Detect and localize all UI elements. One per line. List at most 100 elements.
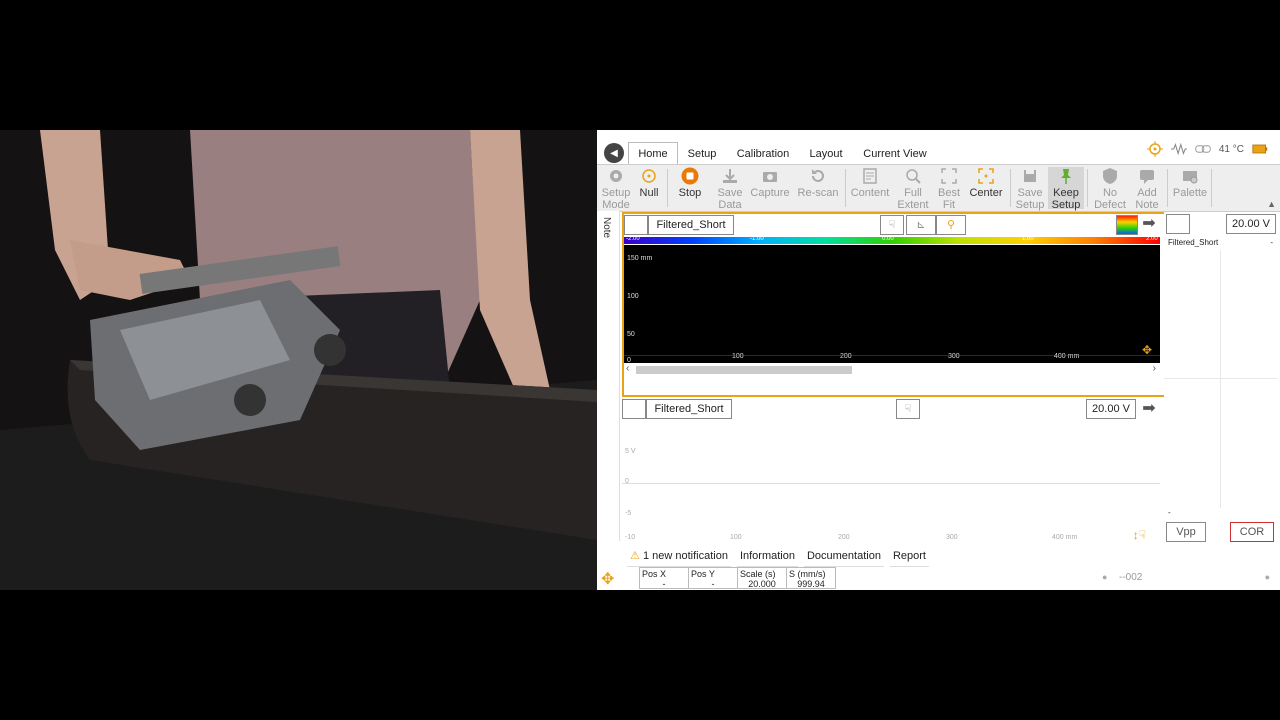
y-tick: 5 V	[625, 448, 636, 455]
center-icon	[978, 168, 994, 184]
cscan-plot-area[interactable]: 150 mm 100 50 0 100 200 300 400 mm ✥	[624, 245, 1160, 364]
tab-setup[interactable]: Setup	[682, 144, 722, 164]
cscan-view[interactable]: Filtered_Short ☟ ⊾ ⚲ ➡ -2.00 -1.00 0.00 …	[622, 212, 1166, 397]
vpp-button[interactable]: Vpp	[1166, 522, 1206, 542]
record-indicator-icon: ●	[1102, 572, 1108, 582]
zoom-tool-button[interactable]: ⚲	[936, 215, 966, 235]
position-bar: ✥ Pos X - Pos Y - Scale (s) 20.000 S (mm…	[597, 567, 1280, 590]
tab-layout[interactable]: Layout	[805, 144, 847, 164]
content-icon	[863, 168, 877, 184]
setup-mode-label: Setup Mode	[601, 187, 631, 211]
ascan-pan-button[interactable]: ☟	[896, 399, 920, 419]
ascan-range-select[interactable]: 20.00 V	[1086, 399, 1136, 419]
keep-setup-button[interactable]: Keep Setup	[1048, 167, 1084, 211]
scroll-thumb[interactable]	[636, 366, 852, 374]
cscan-next-arrow[interactable]: ➡	[1138, 215, 1160, 233]
documentation-button[interactable]: Documentation	[803, 548, 884, 569]
tab-home[interactable]: Home	[628, 142, 678, 165]
content-button[interactable]: Content	[849, 167, 891, 209]
cursor-move-icon[interactable]: ✥	[1142, 343, 1152, 357]
battery-icon[interactable]	[1252, 142, 1268, 156]
y-tick: 150 mm	[627, 255, 653, 262]
ascan-next-arrow[interactable]: ➡	[1138, 398, 1160, 418]
status-indicator-icon: ●	[1264, 572, 1270, 582]
scale-field: Scale (s) 20.000	[737, 567, 787, 589]
palette-button[interactable]: Palette	[1171, 167, 1209, 209]
x-tick: 100	[730, 534, 742, 541]
hand-icon: ☟	[888, 219, 896, 231]
crosshair-icon[interactable]	[1146, 141, 1163, 157]
ascan-plot-area[interactable]: 5 V 0 -5 -10 100 200 300 400 mm ↕☟	[622, 422, 1160, 542]
null-button[interactable]: Null	[635, 167, 663, 209]
note-tab-label: Note	[601, 217, 612, 239]
file-name: --002	[1119, 572, 1143, 583]
full-extent-button[interactable]: Full Extent	[896, 167, 930, 211]
stop-button[interactable]: Stop	[673, 167, 707, 209]
encoder-move-icon[interactable]: ✥	[601, 569, 614, 589]
y-tick: 50	[627, 331, 635, 338]
arrow-right-icon: ➡	[1142, 400, 1156, 417]
report-button[interactable]: Report	[889, 548, 929, 569]
status-area: 41 °C	[1146, 141, 1268, 157]
side-range-select[interactable]: 20.00 V	[1226, 214, 1276, 234]
ascan-view-select[interactable]	[622, 399, 646, 419]
y-tick: 100	[627, 293, 639, 300]
no-defect-button[interactable]: No Defect	[1091, 167, 1129, 211]
y-tick: -10	[625, 534, 636, 541]
save-setup-button[interactable]: Save Setup	[1014, 167, 1046, 211]
information-button[interactable]: Information	[736, 548, 798, 569]
ascan-view[interactable]: Filtered_Short ☟ 20.00 V ➡ 5 V 0 -5 -10 …	[622, 398, 1162, 543]
collapse-ribbon-icon[interactable]: ▲	[1267, 199, 1276, 209]
signal-icon[interactable]	[1170, 142, 1187, 156]
tab-calibration[interactable]: Calibration	[733, 144, 793, 164]
best-fit-label: Best Fit	[937, 187, 960, 211]
ruler-tool-button[interactable]: ⊾	[906, 215, 936, 235]
ascan-filter-select[interactable]: Filtered_Short	[646, 399, 732, 419]
link-icon[interactable]	[1195, 142, 1211, 156]
colorbar-tick: -2.00	[626, 236, 640, 242]
ribbon-toolbar: Setup Mode Null Stop Save Data Capture R…	[597, 164, 1280, 212]
content-label: Content	[850, 187, 890, 199]
side-dash-2: -	[1168, 508, 1171, 517]
palette-swatch[interactable]	[1116, 215, 1138, 235]
side-filter-label: Filtered_Short	[1168, 238, 1219, 247]
cor-button[interactable]: COR	[1230, 522, 1274, 542]
side-view-select[interactable]	[1166, 214, 1190, 234]
stop-label: Stop	[678, 187, 702, 199]
colorbar-tick: 1.00	[1022, 236, 1034, 242]
pos-x-field: Pos X -	[639, 567, 689, 589]
note-panel-tab[interactable]: Note	[597, 211, 620, 541]
cscan-header: Filtered_Short ☟ ⊾ ⚲ ➡	[624, 214, 1164, 236]
zero-line	[622, 483, 1160, 484]
center-button[interactable]: Center	[967, 167, 1005, 209]
ascan-cursor-icon[interactable]: ↕☟	[1133, 528, 1146, 542]
scroll-right-icon[interactable]: ›	[1153, 363, 1156, 374]
save-data-button[interactable]: Save Data	[713, 167, 747, 211]
side-horizontal-gridline	[1164, 378, 1277, 379]
cscan-horizontal-scrollbar[interactable]: ‹ ›	[624, 363, 1160, 377]
back-button[interactable]: ◀	[604, 143, 624, 163]
colorbar-tick: -1.00	[750, 236, 764, 242]
x-tick: 200	[838, 534, 850, 541]
rescan-button[interactable]: Re-scan	[796, 167, 840, 209]
notification-button[interactable]: ⚠ 1 new notification	[627, 548, 731, 569]
setup-mode-button[interactable]: Setup Mode	[599, 167, 633, 211]
rescan-label: Re-scan	[797, 187, 839, 199]
tab-current-view[interactable]: Current View	[861, 144, 929, 164]
add-note-button[interactable]: Add Note	[1131, 167, 1163, 211]
pin-icon	[1061, 169, 1071, 184]
scroll-left-icon[interactable]: ‹	[626, 363, 629, 374]
best-fit-button[interactable]: Best Fit	[933, 167, 965, 211]
cscan-view-select[interactable]	[624, 215, 648, 235]
scale-label: Scale (s)	[740, 569, 776, 579]
capture-button[interactable]: Capture	[749, 167, 791, 209]
pos-y-label: Pos Y	[691, 569, 715, 579]
pan-tool-button[interactable]: ☟	[880, 215, 904, 235]
capture-label: Capture	[750, 187, 790, 199]
keep-setup-label: Keep Setup	[1051, 187, 1081, 211]
speed-field: S (mm/s) 999.94	[786, 567, 836, 589]
back-arrow-icon: ◀	[610, 147, 618, 159]
cscan-filter-select[interactable]: Filtered_Short	[648, 215, 734, 235]
scale-value: 20.000	[748, 579, 776, 589]
best-fit-icon	[941, 168, 957, 184]
